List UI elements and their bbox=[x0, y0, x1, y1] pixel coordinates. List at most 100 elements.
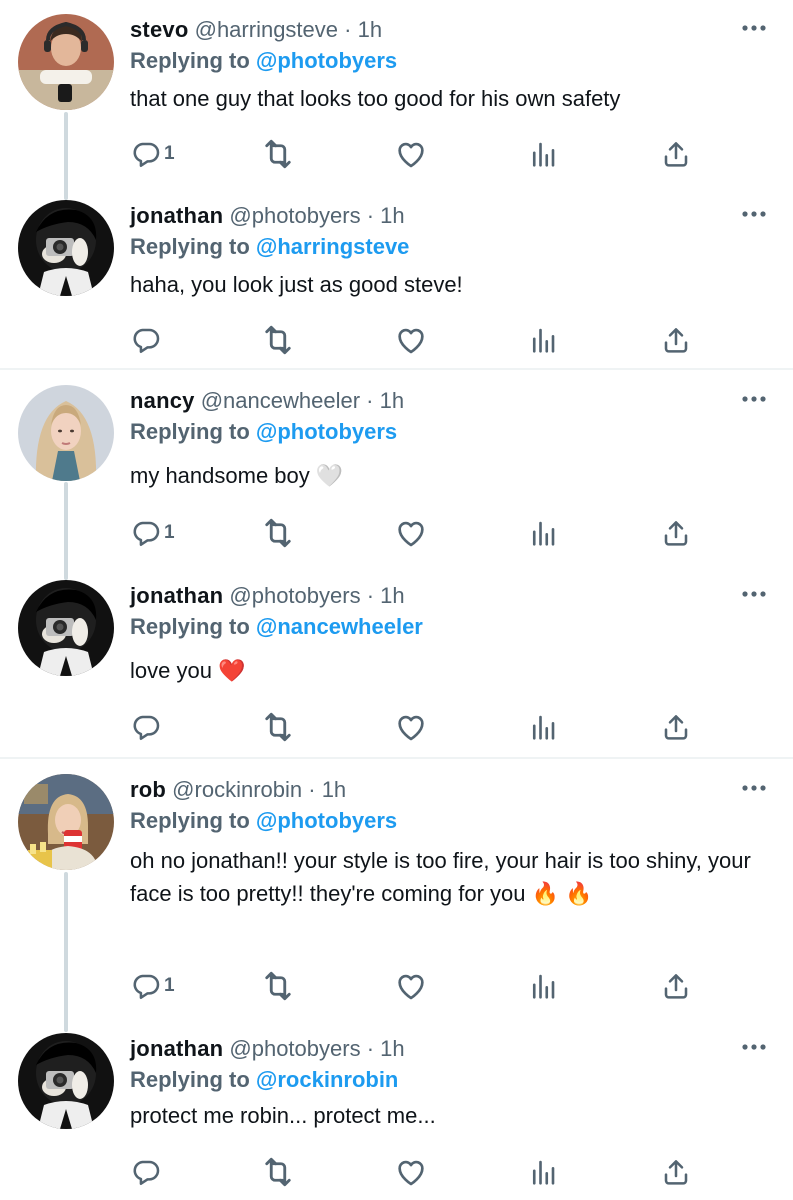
reply-button[interactable] bbox=[130, 320, 164, 360]
author-handle[interactable]: @photobyers bbox=[229, 583, 360, 608]
author-name[interactable]: rob bbox=[130, 777, 166, 802]
tweet-text: love you ❤️ bbox=[130, 658, 246, 683]
retweet-icon bbox=[260, 515, 296, 551]
heart-icon bbox=[394, 1155, 428, 1189]
jonathan-avatar-image bbox=[18, 200, 114, 296]
like-button[interactable] bbox=[394, 320, 428, 360]
author-name[interactable]: jonathan bbox=[130, 583, 223, 608]
timestamp[interactable]: 1h bbox=[358, 17, 382, 42]
tweet-text: that one guy that looks too good for his… bbox=[130, 86, 621, 111]
views-button[interactable] bbox=[528, 707, 558, 747]
timestamp[interactable]: 1h bbox=[380, 1036, 404, 1061]
reply-button[interactable] bbox=[130, 707, 164, 747]
views-icon bbox=[528, 518, 558, 548]
heart-icon bbox=[394, 137, 428, 171]
views-button[interactable] bbox=[528, 134, 558, 174]
heart-icon bbox=[394, 710, 428, 744]
more-icon[interactable] bbox=[741, 204, 767, 224]
like-button[interactable] bbox=[394, 966, 428, 1006]
share-icon bbox=[660, 1156, 692, 1188]
tweet-actions bbox=[130, 320, 710, 360]
replying-to-handle[interactable]: @nancewheeler bbox=[256, 614, 423, 639]
views-icon bbox=[528, 1157, 558, 1187]
reply-icon bbox=[130, 517, 162, 549]
heart-icon bbox=[394, 516, 428, 550]
replying-to-label: Replying to bbox=[130, 48, 250, 73]
retweet-button[interactable] bbox=[260, 320, 296, 360]
timestamp[interactable]: 1h bbox=[380, 203, 404, 228]
like-button[interactable] bbox=[394, 707, 428, 747]
retweet-button[interactable] bbox=[260, 513, 296, 553]
avatar[interactable] bbox=[18, 774, 114, 870]
reply-icon bbox=[130, 324, 162, 356]
more-icon[interactable] bbox=[741, 389, 767, 409]
more-icon[interactable] bbox=[741, 778, 767, 798]
share-button[interactable] bbox=[660, 1152, 692, 1192]
tweet-actions: 1 bbox=[130, 513, 710, 553]
share-button[interactable] bbox=[660, 707, 692, 747]
avatar[interactable] bbox=[18, 1033, 114, 1129]
reply-button[interactable] bbox=[130, 1152, 164, 1192]
views-icon bbox=[528, 325, 558, 355]
separator-dot: · bbox=[366, 583, 375, 608]
views-button[interactable] bbox=[528, 513, 558, 553]
reply-icon bbox=[130, 970, 162, 1002]
share-button[interactable] bbox=[660, 134, 692, 174]
avatar[interactable] bbox=[18, 385, 114, 481]
reply-button[interactable]: 1 bbox=[130, 134, 175, 174]
retweet-button[interactable] bbox=[260, 966, 296, 1006]
avatar[interactable] bbox=[18, 14, 114, 110]
views-icon bbox=[528, 712, 558, 742]
author-name[interactable]: jonathan bbox=[130, 1036, 223, 1061]
author-name[interactable]: stevo bbox=[130, 17, 188, 42]
jonathan-avatar-image bbox=[18, 1033, 114, 1129]
retweet-button[interactable] bbox=[260, 707, 296, 747]
views-button[interactable] bbox=[528, 1152, 558, 1192]
author-name[interactable]: jonathan bbox=[130, 203, 223, 228]
replying-to-label: Replying to bbox=[130, 1067, 250, 1092]
share-icon bbox=[660, 324, 692, 356]
author-handle[interactable]: @harringsteve bbox=[195, 17, 338, 42]
avatar[interactable] bbox=[18, 200, 114, 296]
avatar[interactable] bbox=[18, 580, 114, 676]
like-button[interactable] bbox=[394, 513, 428, 553]
timestamp[interactable]: 1h bbox=[380, 388, 404, 413]
author-handle[interactable]: @photobyers bbox=[229, 1036, 360, 1061]
reply-button[interactable]: 1 bbox=[130, 966, 175, 1006]
more-icon[interactable] bbox=[741, 584, 767, 604]
timestamp[interactable]: 1h bbox=[322, 777, 346, 802]
share-button[interactable] bbox=[660, 320, 692, 360]
tweet-text: haha, you look just as good steve! bbox=[130, 272, 463, 297]
more-icon[interactable] bbox=[741, 1037, 767, 1057]
nancy-avatar-image bbox=[18, 385, 114, 481]
replying-to-handle[interactable]: @photobyers bbox=[256, 48, 397, 73]
views-button[interactable] bbox=[528, 320, 558, 360]
share-icon bbox=[660, 138, 692, 170]
share-button[interactable] bbox=[660, 966, 692, 1006]
author-handle[interactable]: @nancewheeler bbox=[201, 388, 360, 413]
replying-to-handle[interactable]: @harringsteve bbox=[256, 234, 410, 259]
replying-to-handle[interactable]: @photobyers bbox=[256, 808, 397, 833]
like-button[interactable] bbox=[394, 1152, 428, 1192]
views-icon bbox=[528, 139, 558, 169]
reply-button[interactable]: 1 bbox=[130, 513, 175, 553]
tweet-text: protect me robin... protect me... bbox=[130, 1103, 436, 1128]
separator-dot: · bbox=[366, 388, 374, 413]
author-handle[interactable]: @rockinrobin bbox=[172, 777, 302, 802]
views-button[interactable] bbox=[528, 966, 558, 1006]
retweet-icon bbox=[260, 709, 296, 745]
replying-to-handle[interactable]: @rockinrobin bbox=[256, 1067, 398, 1092]
replying-to-handle[interactable]: @photobyers bbox=[256, 419, 397, 444]
like-button[interactable] bbox=[394, 134, 428, 174]
share-icon bbox=[660, 970, 692, 1002]
retweet-icon bbox=[260, 136, 296, 172]
timestamp[interactable]: 1h bbox=[380, 583, 404, 608]
more-icon[interactable] bbox=[741, 18, 767, 38]
reply-count: 1 bbox=[164, 143, 175, 164]
tweet[interactable]: rob @rockinrobin · 1h Replying to @photo… bbox=[0, 774, 793, 994]
author-name[interactable]: nancy bbox=[130, 388, 195, 413]
author-handle[interactable]: @photobyers bbox=[229, 203, 360, 228]
retweet-button[interactable] bbox=[260, 1152, 296, 1192]
retweet-button[interactable] bbox=[260, 134, 296, 174]
share-button[interactable] bbox=[660, 513, 692, 553]
